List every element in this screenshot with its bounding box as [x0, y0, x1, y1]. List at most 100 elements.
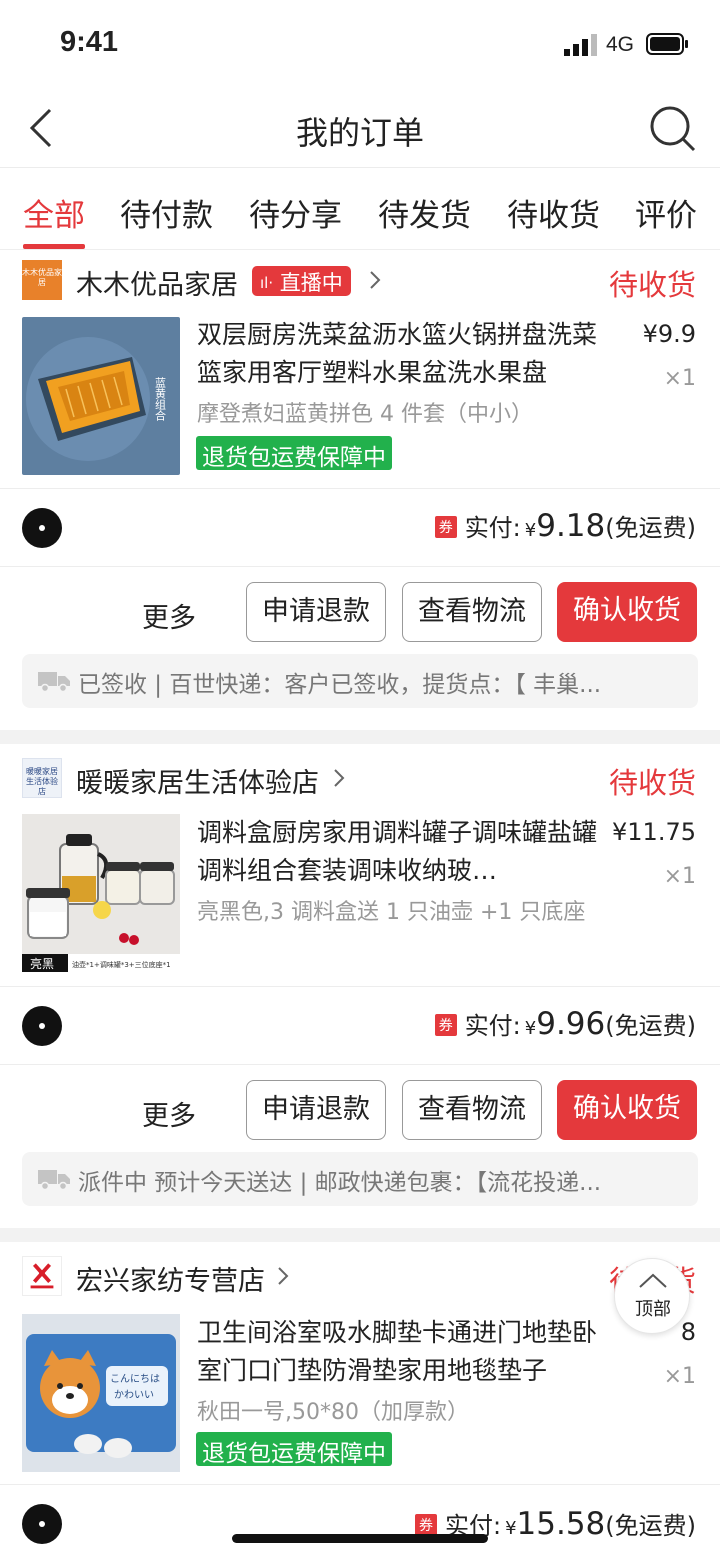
shop-row[interactable]: 宏兴家纺专营店	[22, 1256, 702, 1298]
more-button[interactable]: 更多	[142, 596, 196, 635]
tab-all[interactable]: 全部	[23, 190, 85, 249]
paid-value: 9.18	[536, 508, 606, 544]
search-icon[interactable]	[648, 104, 698, 154]
status-time: 9:41	[60, 26, 119, 58]
shop-row[interactable]: 木木优品家居 木木优品家居 ıl· 直播中	[22, 260, 702, 302]
shop-row[interactable]: 暖暖家居生活体验店 暖暖家居生活体验店	[22, 758, 702, 800]
disc-icon	[22, 1504, 62, 1544]
shop-name: 宏兴家纺专营店	[76, 1266, 265, 1297]
coupon-badge: 券	[434, 1014, 457, 1036]
page-title: 我的订单	[295, 114, 424, 152]
thumb-note: 油壶*1+调味罐*3+三位底座*1	[72, 960, 171, 969]
refund-button[interactable]: 申请退款	[246, 582, 386, 642]
tab-label: 待分享	[249, 198, 342, 234]
shipping-note: (免运费)	[605, 1512, 696, 1540]
return-shipping-tag: 退货包运费保障中	[196, 436, 392, 471]
shop-logo: 木木优品家居	[22, 260, 62, 300]
live-icon: ıl·	[260, 274, 274, 292]
product-spec: 摩登煮妇蓝黄拼色 4 件套（中小）	[197, 402, 533, 427]
confirm-receipt-button[interactable]: 确认收货	[557, 1080, 697, 1140]
tracking-text: 派件中 预计今天送达 | 邮政快递包裹：【流花投递...	[78, 1170, 602, 1196]
disc-icon	[22, 1006, 62, 1046]
more-button[interactable]: 更多	[142, 1094, 196, 1133]
confirm-receipt-button[interactable]: 确认收货	[557, 582, 697, 642]
paid-value: 9.96	[536, 1006, 606, 1042]
paid-currency: ¥	[505, 1518, 517, 1539]
refund-button[interactable]: 申请退款	[246, 1080, 386, 1140]
seasoning-jars-image: 亮黑 油壶*1+调味罐*3+三位底座*1	[22, 814, 180, 972]
back-to-top-button[interactable]: 顶部	[614, 1258, 690, 1334]
paid-value: 15.58	[516, 1506, 606, 1542]
truck-icon	[38, 672, 70, 692]
product-title[interactable]: 双层厨房洗菜盆沥水篮火锅拼盘洗菜篮家用客厅塑料水果盆洗水果盘	[197, 316, 615, 392]
network-label: 4G	[606, 33, 635, 56]
product-price: ¥11.75	[612, 818, 696, 846]
status-bar: 9:41 4G	[0, 0, 720, 90]
thumb-caption: 亮黑	[30, 956, 54, 971]
divider	[0, 986, 720, 987]
tab-review[interactable]: 评价	[635, 190, 697, 235]
shop-logo	[22, 1256, 62, 1296]
shipping-note: (免运费)	[605, 514, 696, 542]
mat-text-1: こんにちは	[110, 1373, 160, 1385]
tab-label: 待付款	[120, 198, 213, 234]
section-gap	[0, 1228, 720, 1242]
disc-icon	[22, 508, 62, 548]
order-card: 木木优品家居 木木优品家居 ıl· 直播中 待收货 蓝黄组合 双层厨房洗菜盆沥水…	[0, 250, 720, 730]
logistics-button[interactable]: 查看物流	[402, 582, 542, 642]
product-title[interactable]: 调料盒厨房家用调料罐子调味罐盐罐调料组合套装调味收纳玻…	[197, 814, 615, 890]
chevron-up-icon	[639, 1273, 667, 1288]
shop-name: 暖暖家居生活体验店	[76, 768, 319, 799]
product-quantity: ×1	[663, 1364, 696, 1389]
shop-name: 木木优品家居	[76, 270, 238, 301]
paid-amount: 券实付: ¥9.18(免运费)	[434, 508, 696, 544]
tab-pending-ship[interactable]: 待发货	[378, 190, 471, 235]
shipping-note: (免运费)	[605, 1012, 696, 1040]
tab-pending-share[interactable]: 待分享	[249, 190, 342, 235]
product-quantity: ×1	[663, 864, 696, 889]
tab-pending-payment[interactable]: 待付款	[120, 190, 213, 235]
tab-label: 评价	[635, 198, 697, 234]
home-indicator[interactable]	[232, 1534, 488, 1543]
tracking-bar[interactable]: 派件中 预计今天送达 | 邮政快递包裹：【流花投递...	[22, 1152, 698, 1206]
product-thumbnail[interactable]: こんにちは かわいい	[22, 1314, 180, 1472]
tab-pending-receipt[interactable]: 待收货	[507, 190, 600, 235]
paid-currency: ¥	[524, 1018, 537, 1039]
return-shipping-tag: 退货包运费保障中	[196, 1432, 392, 1467]
product-quantity: ×1	[663, 366, 696, 391]
product-title[interactable]: 卫生间浴室吸水脚垫卡通进门地垫卧室门口门垫防滑垫家用地毯垫子	[197, 1314, 615, 1390]
divider	[0, 488, 720, 489]
live-badge-label: 直播中	[279, 271, 343, 295]
mat-text-2: かわいい	[114, 1389, 154, 1401]
product-thumbnail[interactable]: 蓝黄组合	[22, 317, 180, 475]
divider	[0, 1064, 720, 1065]
back-to-top-label: 顶部	[635, 1299, 671, 1320]
order-status: 待收货	[608, 268, 696, 302]
divider	[0, 1484, 720, 1485]
product-spec: 秋田一号,50*80（加厚款）	[197, 1400, 469, 1425]
paid-currency: ¥	[524, 520, 537, 541]
coupon-badge: 券	[434, 516, 457, 538]
tracking-text: 已签收 | 百世快递：客户已签收，提货点：【 丰巢...	[78, 672, 602, 698]
tracking-bar[interactable]: 已签收 | 百世快递：客户已签收，提货点：【 丰巢...	[22, 654, 698, 708]
paid-amount: 券实付: ¥9.96(免运费)	[434, 1006, 696, 1042]
logistics-button[interactable]: 查看物流	[402, 1080, 542, 1140]
divider	[0, 566, 720, 567]
section-gap	[0, 730, 720, 744]
coupon-badge: 券	[414, 1514, 437, 1536]
paid-label: 实付:	[464, 514, 521, 542]
order-card: 暖暖家居生活体验店 暖暖家居生活体验店 待收货 亮黑 油壶*1+调味罐*3+三位…	[0, 744, 720, 1228]
tab-label: 待发货	[378, 198, 471, 234]
svg-text:蓝黄组合: 蓝黄组合	[154, 377, 167, 421]
tab-label: 待收货	[507, 198, 600, 234]
product-spec: 亮黑色,3 调料盒送 1 只油壶 +1 只底座	[197, 900, 586, 925]
doormat-image: こんにちは かわいい	[22, 1314, 180, 1472]
order-status: 待收货	[608, 766, 696, 800]
shop-logo: 暖暖家居生活体验店	[22, 758, 62, 798]
battery-icon	[646, 33, 688, 55]
order-tabs: 全部 待付款 待分享 待发货 待收货 评价	[0, 168, 720, 250]
colander-image: 蓝黄组合	[26, 337, 167, 461]
live-badge[interactable]: ıl· 直播中	[252, 266, 351, 296]
paid-label: 实付:	[464, 1012, 521, 1040]
product-thumbnail[interactable]: 亮黑 油壶*1+调味罐*3+三位底座*1	[22, 814, 180, 972]
